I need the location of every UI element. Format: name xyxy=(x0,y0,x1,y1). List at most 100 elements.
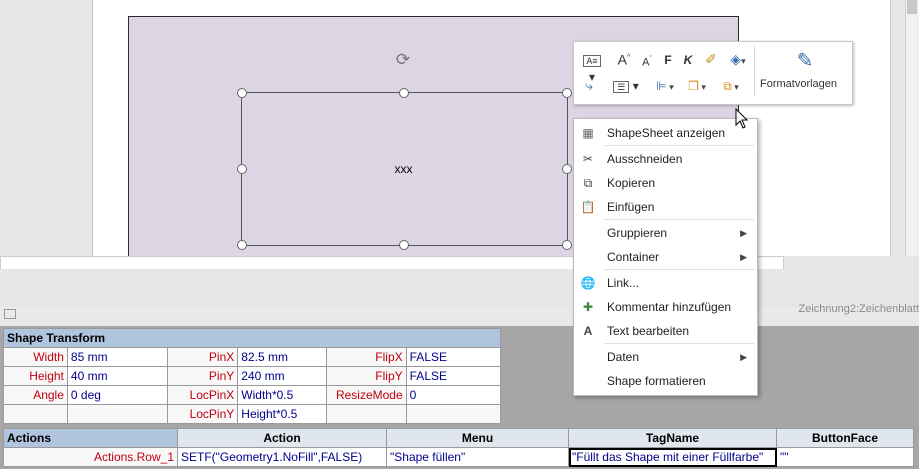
format-styles-button[interactable]: Formatvorlagen xyxy=(760,78,837,90)
shape-transform-title[interactable]: Shape Transform xyxy=(3,328,501,348)
cell-value[interactable]: 0 xyxy=(405,385,502,405)
cell-name[interactable]: LocPinX xyxy=(167,385,239,405)
menu-cell[interactable]: "Shape füllen" xyxy=(386,447,569,467)
table-row: Height 40 mm PinY 240 mm FlipY FALSE xyxy=(3,366,502,386)
cell-name[interactable]: FlipX xyxy=(325,347,407,367)
menu-item-container[interactable]: Container ▶ xyxy=(574,246,755,268)
menu-item-label: Gruppieren xyxy=(607,226,668,240)
actions-section: Actions Action Menu TagName ButtonFace A… xyxy=(3,428,914,467)
vertical-scrollbar[interactable] xyxy=(905,0,919,256)
menu-item-label: ShapeSheet anzeigen xyxy=(607,126,726,140)
cell-name xyxy=(325,404,407,424)
menu-item-label: Link... xyxy=(607,276,640,290)
submenu-arrow-icon: ▶ xyxy=(740,352,747,362)
cell-name[interactable]: Width xyxy=(3,347,68,367)
menu-item-copy[interactable]: ⧉ Kopieren xyxy=(574,172,755,194)
resize-handle-top-right[interactable] xyxy=(562,88,572,98)
cell-value[interactable]: Width*0.5 xyxy=(237,385,327,405)
cell-value[interactable]: 40 mm xyxy=(66,366,169,386)
cell-name[interactable]: PinY xyxy=(167,366,239,386)
decrease-font-icon[interactable]: Aˇ xyxy=(639,52,655,71)
bold-icon[interactable]: F xyxy=(661,52,675,68)
table-row: Width 85 mm PinX 82.5 mm FlipX FALSE xyxy=(3,347,502,367)
increase-font-icon[interactable]: A^ xyxy=(615,50,633,68)
menu-item-cut[interactable]: ✂ Ausschneiden xyxy=(574,148,755,170)
menu-item-label: Einfügen xyxy=(607,200,655,214)
text-edit-icon: A xyxy=(583,324,593,338)
format-painter-icon[interactable]: ✐ xyxy=(702,51,720,67)
rotation-handle-icon[interactable]: ⟳ xyxy=(393,50,413,70)
menu-item-paste[interactable]: 📋 Einfügen xyxy=(574,196,755,218)
menu-separator xyxy=(604,145,754,146)
menu-item-shapesheet[interactable]: ▦ ShapeSheet anzeigen xyxy=(574,122,755,144)
paste-icon: 📋 xyxy=(580,200,596,214)
cell-name[interactable]: FlipY xyxy=(325,366,407,386)
shapesheet-icon: ▦ xyxy=(582,126,594,140)
format-styles-icon[interactable]: ✎ xyxy=(790,48,820,74)
cell-value[interactable]: 240 mm xyxy=(237,366,327,386)
menu-item-link[interactable]: 🌐 Link... xyxy=(574,272,755,294)
cell-name[interactable]: LocPinY xyxy=(167,404,239,424)
resize-handle-bottom[interactable] xyxy=(399,240,409,250)
resize-handle-bottom-left[interactable] xyxy=(237,240,247,250)
table-row: LocPinY Height*0.5 xyxy=(3,404,502,424)
arrange-icon[interactable]: ❐ ▾ xyxy=(684,78,710,95)
column-header[interactable]: TagName xyxy=(568,428,777,448)
table-row: Actions.Row_1 SETF("Geometry1.NoFill",FA… xyxy=(3,447,914,467)
menu-item-group[interactable]: Gruppieren ▶ xyxy=(574,222,755,244)
menu-separator xyxy=(604,219,754,220)
cell-value xyxy=(66,404,169,424)
fill-color-icon[interactable]: ◈▾ xyxy=(724,51,752,69)
menu-item-edit-text[interactable]: A Text bearbeiten xyxy=(574,320,755,342)
group-icon[interactable]: ⧉ ▾ xyxy=(716,78,746,95)
action-cell[interactable]: SETF("Geometry1.NoFill",FALSE) xyxy=(177,447,387,467)
italic-icon[interactable]: K xyxy=(681,52,695,68)
column-header[interactable]: Action xyxy=(177,428,387,448)
menu-item-label: Shape formatieren xyxy=(607,374,706,388)
menu-item-data[interactable]: Daten ▶ xyxy=(574,346,755,368)
connector-icon[interactable]: ⤷ xyxy=(579,77,599,93)
shape-transform-section: Shape Transform Width 85 mm PinX 82.5 mm… xyxy=(3,328,502,424)
submenu-arrow-icon: ▶ xyxy=(740,252,747,262)
cell-value[interactable]: 82.5 mm xyxy=(237,347,327,367)
tagname-cell[interactable]: "Füllt das Shape mit einer Füllfarbe" xyxy=(568,447,777,467)
cell-name xyxy=(3,404,68,424)
cell-value[interactable]: 85 mm xyxy=(66,347,169,367)
menu-item-add-comment[interactable]: ✚ Kommentar hinzufügen xyxy=(574,296,755,318)
buttonface-cell[interactable]: "" xyxy=(776,447,914,467)
menu-item-label: Kommentar hinzufügen xyxy=(607,300,732,314)
resize-handle-right[interactable] xyxy=(562,164,572,174)
globe-link-icon: 🌐 xyxy=(580,276,596,290)
cell-name[interactable]: Height xyxy=(3,366,68,386)
cell-value[interactable]: 0 deg xyxy=(66,385,169,405)
resize-handle-top-left[interactable] xyxy=(237,88,247,98)
cell-value xyxy=(405,404,502,424)
cell-name[interactable]: Angle xyxy=(3,385,68,405)
menu-separator xyxy=(604,343,754,344)
resize-handle-bottom-right[interactable] xyxy=(562,240,572,250)
actions-section-title[interactable]: Actions xyxy=(3,428,178,448)
page-icon[interactable] xyxy=(4,309,16,319)
canvas-margin xyxy=(0,269,919,307)
add-comment-icon: ✚ xyxy=(582,300,594,314)
row-name[interactable]: Actions.Row_1 xyxy=(3,447,178,467)
resize-handle-left[interactable] xyxy=(237,164,247,174)
position-icon[interactable]: ⊫ ▾ xyxy=(652,78,678,95)
cell-value[interactable]: Height*0.5 xyxy=(237,404,327,424)
align-text-icon[interactable]: ☰ ▾ xyxy=(612,78,640,95)
vertical-scroll-thumb[interactable] xyxy=(907,0,917,14)
resize-handle-top[interactable] xyxy=(399,88,409,98)
column-header[interactable]: ButtonFace xyxy=(776,428,914,448)
cell-name[interactable]: ResizeMode xyxy=(325,385,407,405)
column-header[interactable]: Menu xyxy=(386,428,569,448)
cell-value[interactable]: FALSE xyxy=(405,347,502,367)
page-tab-label[interactable]: Zeichnung2:Zeichenblatt xyxy=(799,303,919,315)
menu-item-label: Ausschneiden xyxy=(607,152,683,166)
menu-separator xyxy=(604,269,754,270)
menu-item-label: Kopieren xyxy=(607,176,656,190)
shape-text: xxx xyxy=(394,162,413,176)
cell-value[interactable]: FALSE xyxy=(405,366,502,386)
cell-name[interactable]: PinX xyxy=(167,347,239,367)
page-tab-bar xyxy=(0,307,919,327)
menu-item-format-shape[interactable]: Shape formatieren xyxy=(574,370,755,392)
